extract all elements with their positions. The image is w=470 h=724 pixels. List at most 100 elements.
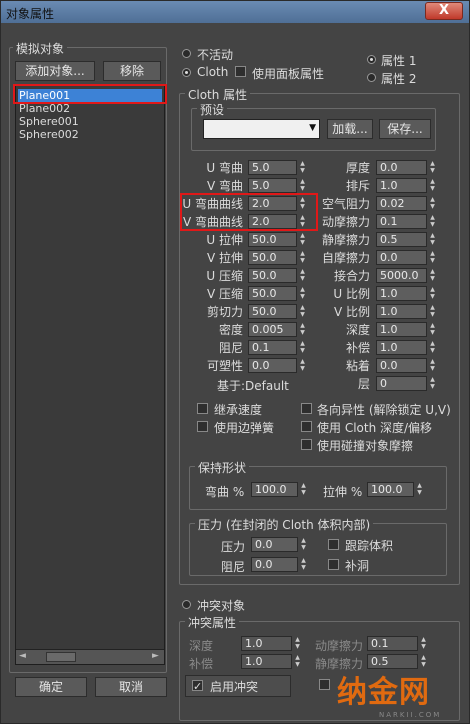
param-value[interactable]: 1.0 [376, 304, 427, 319]
use-cloth-depth-checkbox[interactable] [301, 421, 312, 432]
spinner-arrows-icon[interactable]: ▲ ▼ [428, 322, 437, 337]
spinner-arrows-icon[interactable]: ▲ ▼ [428, 160, 437, 175]
param-value[interactable]: 0.1 [376, 214, 427, 229]
spinner-arrows-icon[interactable]: ▲ ▼ [428, 178, 437, 193]
param-spinner[interactable]: 50.0 ▲ ▼ [248, 268, 308, 283]
collision-object-radio[interactable] [182, 600, 191, 609]
add-object-button[interactable]: 添加对象... [15, 61, 95, 81]
spinner-arrows-icon[interactable]: ▲ ▼ [428, 286, 437, 301]
spinner-arrows-icon[interactable]: ▲ ▼ [428, 196, 437, 211]
param-value[interactable]: 0.02 [376, 196, 427, 211]
prop1-radio[interactable] [367, 55, 376, 64]
param-spinner[interactable]: 5.0 ▲ ▼ [248, 178, 308, 193]
coll-depth-value[interactable]: 1.0 [241, 636, 292, 651]
list-item[interactable]: Sphere002 [18, 128, 79, 141]
coll-offset-spinner[interactable]: 1.0 ▲ ▼ [241, 654, 303, 669]
title-bar[interactable]: 对象属性 X [1, 1, 469, 23]
spinner-arrows-icon[interactable]: ▲ ▼ [428, 376, 437, 391]
param-value[interactable]: 0.5 [376, 232, 427, 247]
close-button[interactable]: X [425, 2, 463, 20]
param-spinner[interactable]: 0.0 ▲ ▼ [376, 250, 438, 265]
param-spinner[interactable]: 5.0 ▲ ▼ [248, 160, 308, 175]
spinner-arrows-icon[interactable]: ▲ ▼ [428, 268, 437, 283]
coll-offset-value[interactable]: 1.0 [241, 654, 292, 669]
param-value[interactable]: 50.0 [248, 286, 297, 301]
scroll-right-icon[interactable]: ► [152, 651, 159, 661]
param-value[interactable]: 50.0 [248, 268, 297, 283]
param-spinner[interactable]: 0 ▲ ▼ [376, 376, 438, 391]
param-spinner[interactable]: 0.0 ▲ ▼ [376, 160, 438, 175]
cloth-radio[interactable] [182, 68, 191, 77]
param-spinner[interactable]: 0.02 ▲ ▼ [376, 196, 438, 211]
anisotropic-checkbox[interactable] [301, 403, 312, 414]
spinner-arrows-icon[interactable]: ▲ ▼ [428, 214, 437, 229]
inactive-radio[interactable] [182, 49, 191, 58]
spinner-arrows-icon[interactable]: ▲ ▼ [419, 636, 428, 651]
param-value[interactable]: 0.0 [376, 160, 427, 175]
param-value[interactable]: 1.0 [376, 322, 427, 337]
param-value[interactable]: 5.0 [248, 160, 297, 175]
pressure-spinner[interactable]: 0.0 ▲ ▼ [251, 537, 309, 552]
param-value[interactable]: 1.0 [376, 178, 427, 193]
spinner-arrows-icon[interactable]: ▲ ▼ [293, 636, 302, 651]
spinner-arrows-icon[interactable]: ▲ ▼ [299, 557, 308, 572]
param-value[interactable]: 0.0 [248, 358, 297, 373]
param-spinner[interactable]: 50.0 ▲ ▼ [248, 286, 308, 301]
spinner-arrows-icon[interactable]: ▲ ▼ [428, 340, 437, 355]
coll-dyn-friction-value[interactable]: 0.1 [367, 636, 418, 651]
param-spinner[interactable]: 0.0 ▲ ▼ [248, 358, 308, 373]
param-spinner[interactable]: 0.1 ▲ ▼ [376, 214, 438, 229]
param-value[interactable]: 0.1 [248, 340, 297, 355]
spinner-arrows-icon[interactable]: ▲ ▼ [428, 232, 437, 247]
param-spinner[interactable]: 1.0 ▲ ▼ [376, 304, 438, 319]
coll-depth-spinner[interactable]: 1.0 ▲ ▼ [241, 636, 303, 651]
param-value[interactable]: 0.0 [376, 250, 427, 265]
pressure-value[interactable]: 0.0 [251, 537, 298, 552]
coll-dyn-friction-spinner[interactable]: 0.1 ▲ ▼ [367, 636, 429, 651]
param-spinner[interactable]: 50.0 ▲ ▼ [248, 250, 308, 265]
param-spinner[interactable]: 1.0 ▲ ▼ [376, 322, 438, 337]
object-list[interactable]: Plane001 Plane002 Sphere001 Sphere002 ◄ … [15, 85, 165, 665]
param-value[interactable]: 0.0 [376, 358, 427, 373]
param-value[interactable]: 5000.0 [376, 268, 427, 283]
param-spinner[interactable]: 0.0 ▲ ▼ [376, 358, 438, 373]
preset-dropdown[interactable]: ▼ [203, 119, 320, 139]
use-edge-springs-checkbox[interactable] [197, 421, 208, 432]
track-volume-checkbox[interactable] [328, 539, 339, 550]
param-spinner[interactable]: 1.0 ▲ ▼ [376, 286, 438, 301]
prop2-radio[interactable] [367, 73, 376, 82]
enable-collision-checkbox[interactable] [192, 678, 203, 696]
param-spinner[interactable]: 1.0 ▲ ▼ [376, 340, 438, 355]
param-spinner[interactable]: 50.0 ▲ ▼ [248, 304, 308, 319]
param-spinner[interactable]: 50.0 ▲ ▼ [248, 232, 308, 247]
param-value[interactable]: 1.0 [376, 340, 427, 355]
stretch-percent-spinner[interactable]: 100.0 ▲ ▼ [367, 482, 425, 497]
scroll-thumb[interactable] [46, 652, 76, 662]
param-spinner[interactable]: 0.1 ▲ ▼ [248, 340, 308, 355]
ok-button[interactable]: 确定 [15, 677, 87, 697]
param-value[interactable]: 50.0 [248, 304, 297, 319]
scroll-left-icon[interactable]: ◄ [19, 651, 26, 661]
param-spinner[interactable]: 5000.0 ▲ ▼ [376, 268, 438, 283]
param-value[interactable]: 0.005 [248, 322, 297, 337]
damping-spinner[interactable]: 0.0 ▲ ▼ [251, 557, 309, 572]
use-collision-friction-checkbox[interactable] [301, 439, 312, 450]
bend-percent-value[interactable]: 100.0 [251, 482, 298, 497]
stretch-percent-value[interactable]: 100.0 [367, 482, 414, 497]
param-value[interactable]: 1.0 [376, 286, 427, 301]
param-value[interactable]: 0 [376, 376, 427, 391]
damping-value[interactable]: 0.0 [251, 557, 298, 572]
cancel-button[interactable]: 取消 [95, 677, 167, 697]
use-panel-checkbox[interactable] [235, 66, 246, 77]
param-value[interactable]: 50.0 [248, 232, 297, 247]
save-button[interactable]: 保存... [379, 119, 431, 139]
enable-collision-toggle[interactable]: 启用冲突 [185, 675, 291, 697]
spinner-arrows-icon[interactable]: ▲ ▼ [428, 358, 437, 373]
horizontal-scrollbar[interactable]: ◄ ► [16, 649, 164, 664]
bend-percent-spinner[interactable]: 100.0 ▲ ▼ [251, 482, 309, 497]
spinner-arrows-icon[interactable]: ▲ ▼ [293, 654, 302, 669]
spinner-arrows-icon[interactable]: ▲ ▼ [428, 304, 437, 319]
list-item[interactable]: Sphere001 [18, 115, 79, 128]
spinner-arrows-icon[interactable]: ▲ ▼ [415, 482, 424, 497]
cap-holes-checkbox[interactable] [328, 559, 339, 570]
